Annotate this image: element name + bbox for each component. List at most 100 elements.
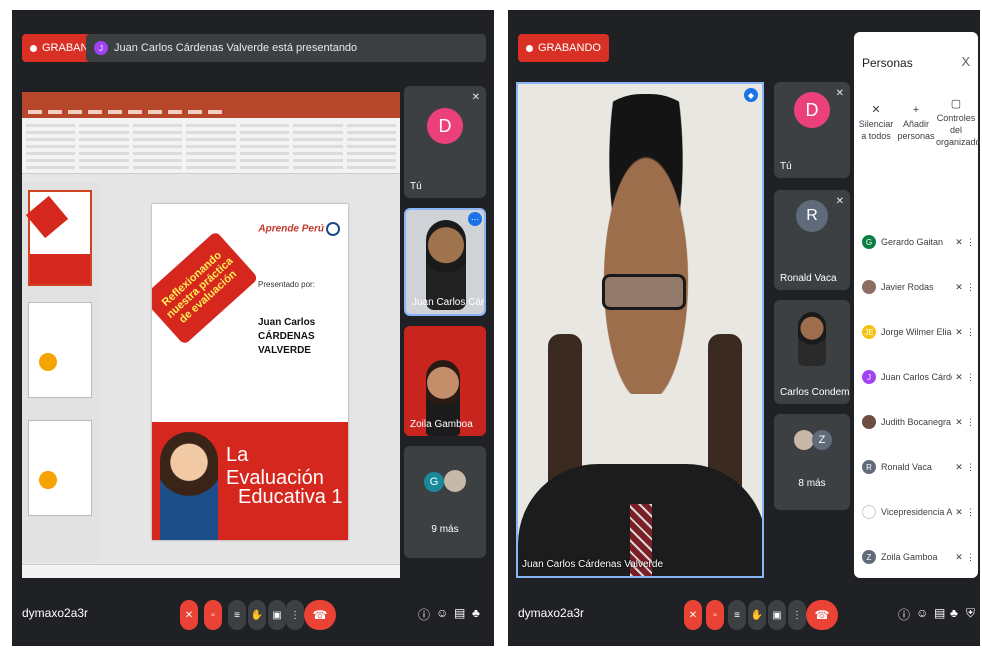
more-options-icon[interactable]: ⋮ (966, 327, 975, 338)
mic-off-icon: ✕ (955, 461, 963, 472)
present-button[interactable]: ▣ (268, 600, 286, 630)
recording-dot-icon (30, 44, 37, 52)
participant-row[interactable]: Judith Bocanegra ✕ ⋮ (862, 408, 975, 436)
add-people-button[interactable]: + Añadir personas (896, 104, 936, 142)
more-options-icon[interactable]: ⋮ (966, 372, 975, 383)
mic-off-icon: ✕ (955, 236, 963, 247)
meet-window-presentation: GRABANDO J Juan Carlos Cárdenas Valverde… (12, 10, 494, 646)
main-speaker-video[interactable]: ◆ Juan Carlos Cárdenas Valverde (516, 82, 764, 578)
chat-icon[interactable]: ▤ (454, 606, 465, 620)
camera-toggle-button[interactable]: ▫ (706, 600, 724, 630)
meeting-code: dymaxo2a3r (22, 606, 89, 620)
participant-tile-ronald[interactable]: R ✕ Ronald Vaca (774, 190, 850, 290)
more-participants-label: 8 más (798, 478, 826, 489)
slide-banner: Reflexionando nuestra práctica de evalua… (152, 230, 259, 346)
mute-all-icon: ✕ (871, 104, 881, 116)
more-options-icon[interactable]: ⋯ (468, 212, 482, 226)
ppt-ribbon-tabs (22, 106, 400, 118)
participant-tile-you[interactable]: D ✕ Tú (774, 82, 850, 178)
camera-toggle-button[interactable]: ▫ (204, 600, 222, 630)
end-call-button[interactable]: ☎ (304, 600, 336, 630)
participant-name: Judith Bocanegra (881, 417, 952, 427)
participant-tile-carlos[interactable]: Carlos Condemarin (774, 300, 850, 404)
captions-button[interactable]: ≡ (228, 600, 246, 630)
participant-name: Jorge Wilmer Elias S... (881, 327, 952, 337)
slide-footer: La Evaluación Educativa 1 (152, 422, 348, 540)
mic-toggle-button[interactable]: ✕ (180, 600, 198, 630)
activities-icon[interactable]: ♣ (472, 606, 480, 620)
participant-row[interactable]: J Juan Carlos Cárden...✕⋮ (862, 363, 975, 391)
participant-name: Carlos Condemarin (780, 387, 850, 398)
mic-off-icon: ✕ (835, 196, 844, 207)
speaker-figure (582, 94, 710, 394)
captions-button[interactable]: ≡ (728, 600, 746, 630)
participant-avatar: J (862, 370, 876, 384)
chat-icon[interactable]: ▤ (934, 606, 945, 620)
participant-tile-more[interactable]: G 9 más (404, 446, 486, 558)
more-options-icon[interactable]: ⋮ (966, 417, 975, 428)
current-slide: Reflexionando nuestra práctica de evalua… (152, 204, 348, 540)
participant-name: Gerardo Gaitan (881, 237, 944, 247)
more-options-icon[interactable]: ⋮ (966, 237, 975, 248)
participant-row[interactable]: Javier Rodas ✕ ⋮ (862, 273, 975, 301)
slide-subtitle-line1: La Evaluación (226, 444, 324, 489)
host-controls-button[interactable]: ▢ Controles del organizador (936, 98, 980, 148)
participant-name: Ronald Vaca (780, 273, 837, 284)
more-options-button[interactable]: ⋮ (788, 600, 806, 630)
carlos-video (798, 312, 826, 366)
more-options-button[interactable]: ⋮ (286, 600, 304, 630)
add-person-icon: + (912, 104, 920, 116)
host-shield-icon[interactable]: ⛨ (966, 606, 975, 621)
main-video-name: Juan Carlos Cárdenas Valverde (522, 559, 664, 570)
meet-window-speaker: GRABANDO ◆ Juan Carlos Cárdenas Valverde… (508, 10, 980, 646)
recording-label: GRABANDO (538, 42, 601, 54)
more-options-icon[interactable]: ⋮ (966, 462, 975, 473)
participant-avatar (862, 505, 876, 519)
info-icon[interactable]: ⓘ (898, 606, 910, 623)
participant-tile-zoila[interactable]: Zoila Gamboa (404, 326, 486, 436)
mic-off-icon: ✕ (955, 326, 963, 337)
participant-avatar: G (862, 235, 876, 249)
slide-thumbnail (25, 190, 92, 286)
close-icon[interactable]: X (961, 54, 970, 69)
participant-row[interactable]: JE Jorge Wilmer Elias S...✕⋮ (862, 318, 975, 346)
participant-row[interactable]: Vicepresidencia Aca...✕⋮ (862, 498, 975, 526)
shared-screen-powerpoint[interactable]: Reflexionando nuestra práctica de evalua… (22, 92, 400, 578)
participant-row[interactable]: R Ronald Vaca ✕ ⋮ (862, 453, 975, 481)
participant-name: Zoila Gamboa (881, 552, 938, 562)
activities-icon[interactable]: ♣ (950, 606, 958, 620)
end-call-button[interactable]: ☎ (806, 600, 838, 630)
participant-name: Zoila Gamboa (410, 419, 473, 430)
participant-tile-presenter[interactable]: ⋯ Juan Carlos Cárdena... (404, 208, 486, 316)
more-options-icon[interactable]: ⋮ (966, 282, 975, 293)
raise-hand-button[interactable]: ✋ (248, 600, 266, 630)
participant-tile-you[interactable]: D ✕ Tú (404, 86, 486, 198)
aprende-peru-logo: Aprende Perú (258, 222, 340, 236)
participant-tile-more[interactable]: Z 8 más (774, 414, 850, 510)
more-options-icon[interactable]: ⋮ (966, 552, 975, 563)
avatar-photo (794, 430, 814, 450)
ppt-titlebar (22, 92, 400, 106)
info-icon[interactable]: ⓘ (418, 606, 430, 623)
screenshot-composite: GRABANDO J Juan Carlos Cárdenas Valverde… (0, 0, 982, 648)
participant-name: Ronald Vaca (881, 462, 932, 472)
present-button[interactable]: ▣ (768, 600, 786, 630)
mic-toggle-button[interactable]: ✕ (684, 600, 702, 630)
more-options-icon[interactable]: ⋮ (966, 507, 975, 518)
participant-row[interactable]: G Gerardo Gaitan ✕ ⋮ (862, 228, 975, 256)
avatar: D (427, 108, 463, 144)
participant-row[interactable]: Z Zoila Gamboa ✕ ⋮ (862, 543, 975, 571)
mute-all-button[interactable]: ✕ Silenciar a todos (858, 104, 894, 142)
glasses (602, 274, 686, 310)
slide-presenter-name: Juan Carlos CÁRDENAS VALVERDE (258, 317, 316, 356)
meet-control-bar: dymaxo2a3r ✕ ▫ ≡ ✋ ▣ ⋮ ☎ ⓘ ☺ ▤ ♣ (12, 582, 494, 646)
people-icon[interactable]: ☺ (436, 606, 448, 620)
participant-name: Juan Carlos Cárdena... (412, 297, 485, 308)
participant-avatar: JE (862, 325, 876, 339)
people-icon[interactable]: ☺ (916, 606, 928, 620)
slide-thumbnail (28, 302, 92, 398)
mic-off-icon: ✕ (955, 371, 963, 382)
more-participants-label: 9 más (431, 524, 459, 535)
raise-hand-button[interactable]: ✋ (748, 600, 766, 630)
participant-name: Vicepresidencia Aca... (881, 507, 952, 517)
